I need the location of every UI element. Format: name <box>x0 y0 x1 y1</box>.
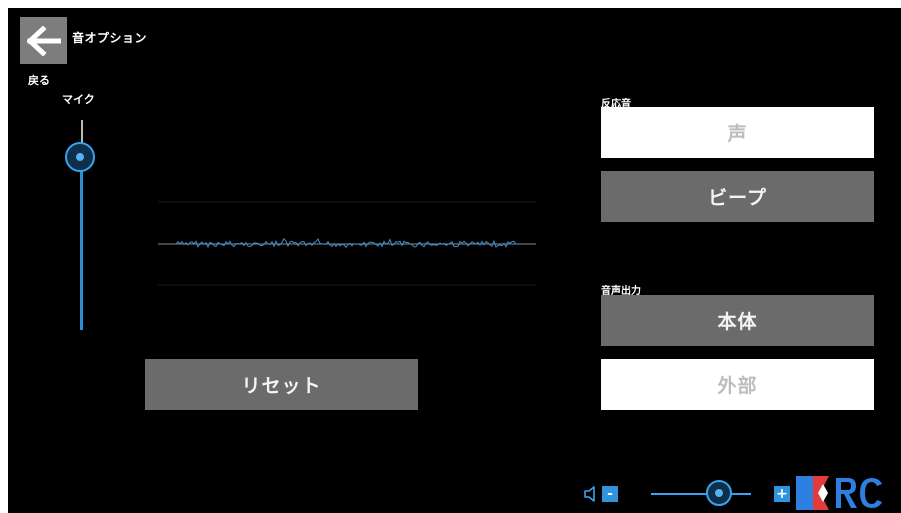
back-arrow-icon <box>26 25 61 56</box>
mic-slider-handle[interactable] <box>65 142 95 172</box>
output-device-button[interactable]: 本体 <box>601 295 874 346</box>
reaction-voice-button[interactable]: 声 <box>601 107 874 158</box>
back-label: 戻る <box>28 74 50 87</box>
sound-options-screen: 音オプション 戻る マイク 反応音 声 ビープ 音声出力 本体 外部 リセット … <box>8 8 901 513</box>
volume-down-button[interactable]: - <box>602 486 618 502</box>
reaction-beep-button[interactable]: ビープ <box>601 171 874 222</box>
rc-logo <box>796 476 882 510</box>
mic-slider-track-filled <box>80 168 83 330</box>
back-button[interactable] <box>20 17 67 64</box>
mic-label: マイク <box>62 93 95 106</box>
page-title: 音オプション <box>72 31 148 45</box>
mic-slider[interactable] <box>62 120 102 330</box>
mic-waveform <box>158 201 536 286</box>
output-external-button[interactable]: 外部 <box>601 359 874 410</box>
volume-up-button[interactable]: + <box>774 486 790 502</box>
volume-slider-handle[interactable] <box>706 480 732 506</box>
volume-slider-track[interactable] <box>651 493 751 495</box>
reset-button[interactable]: リセット <box>145 359 418 410</box>
speaker-icon <box>584 486 595 502</box>
